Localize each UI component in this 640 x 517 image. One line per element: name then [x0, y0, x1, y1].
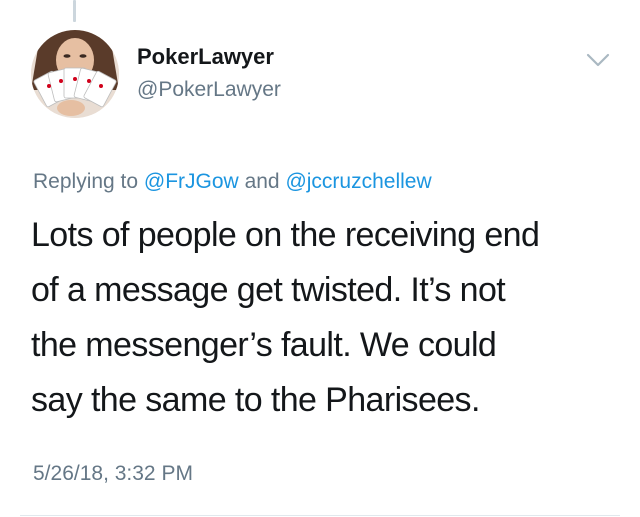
thread-connector-line — [73, 0, 76, 22]
tweet-line: Lots of people on the receiving end — [31, 216, 540, 254]
reply-conjunction: and — [238, 170, 286, 193]
author-display-name[interactable]: PokerLawyer — [137, 44, 274, 70]
playing-cards-avatar-icon — [31, 30, 119, 118]
chevron-down-icon[interactable] — [584, 50, 612, 70]
reply-prefix: Replying to — [33, 170, 144, 193]
reply-context: Replying to @FrJGow and @jccruzchellew — [33, 170, 432, 194]
tweet-line: say the same to the Pharisees. — [31, 381, 480, 419]
avatar[interactable] — [31, 30, 119, 118]
mention-link-frjgow[interactable]: @FrJGow — [144, 170, 239, 193]
mention-link-jccruzchellew[interactable]: @jccruzchellew — [285, 170, 431, 193]
tweet-timestamp[interactable]: 5/26/18, 3:32 PM — [33, 462, 193, 486]
tweet-text: Lots of people on the receiving end of a… — [31, 208, 621, 428]
tweet-line: of a message get twisted. It’s not — [31, 271, 506, 309]
tweet-line: the messenger’s fault. We could — [31, 326, 497, 364]
author-handle[interactable]: @PokerLawyer — [137, 78, 281, 102]
divider — [20, 515, 620, 516]
